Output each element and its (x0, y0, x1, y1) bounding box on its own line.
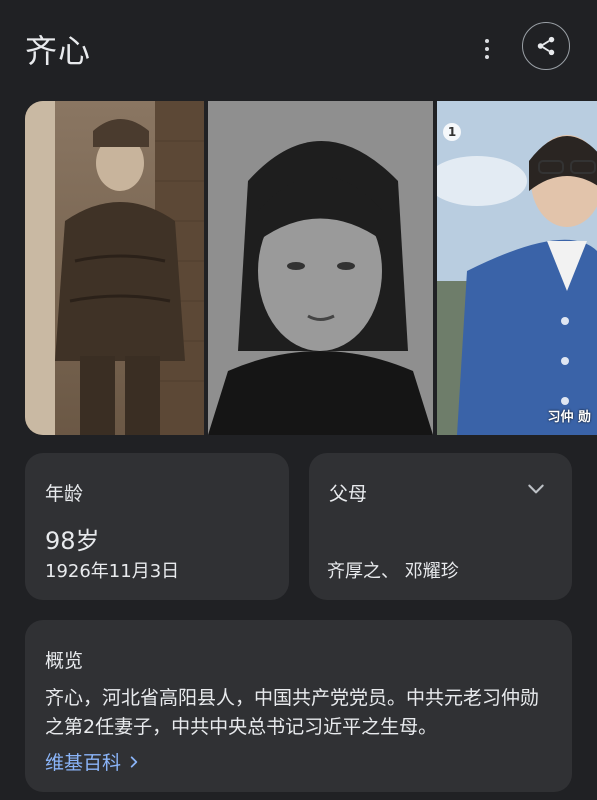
birth-date: 1926年11月3日 (45, 561, 180, 582)
more-vert-icon-dot (485, 47, 489, 51)
chevron-right-icon (130, 755, 138, 768)
photo-3-badge: 1 (443, 123, 461, 141)
photo-1-image (25, 101, 204, 435)
more-vert-icon-dot (485, 55, 489, 59)
page-title: 齐心 (25, 32, 92, 70)
photo-3[interactable]: 1 习仲 勋 (437, 101, 597, 435)
more-options-button[interactable] (476, 34, 498, 64)
photo-3-image (437, 101, 597, 435)
overview-text: 齐心，河北省高阳县人，中国共产党党员。中共元老习仲勋之第2任妻子，中共中央总书记… (45, 687, 540, 738)
photo-3-caption: 习仲 勋 (547, 410, 591, 425)
chevron-down-icon[interactable] (526, 479, 546, 499)
photo-2[interactable] (208, 101, 433, 435)
age-label: 年龄 (45, 483, 84, 505)
image-carousel[interactable]: 1 习仲 勋 (25, 101, 597, 435)
parents-value: 齐厚之、 邓耀珍 (327, 561, 459, 582)
overview-label: 概览 (45, 650, 84, 672)
knowledge-panel: 齐心 1 习仲 勋 年龄 98岁 1926年11月3日 父母 齐厚之、 邓耀珍 … (0, 0, 597, 800)
photo-2-image (208, 101, 433, 435)
share-icon (537, 36, 555, 56)
photo-1[interactable] (25, 101, 204, 435)
age-value: 98岁 (45, 527, 100, 555)
more-vert-icon (485, 39, 489, 43)
share-button[interactable] (522, 22, 570, 70)
age-card: 年龄 98岁 1926年11月3日 (25, 453, 289, 600)
wikipedia-link[interactable]: 维基百科 (45, 748, 141, 775)
overview-card: 概览 齐心，河北省高阳县人，中国共产党党员。中共元老习仲勋之第2任妻子，中共中央… (25, 620, 572, 792)
wikipedia-link-label: 维基百科 (45, 752, 122, 774)
parents-card[interactable]: 父母 齐厚之、 邓耀珍 (309, 453, 572, 600)
parents-label: 父母 (329, 483, 368, 505)
